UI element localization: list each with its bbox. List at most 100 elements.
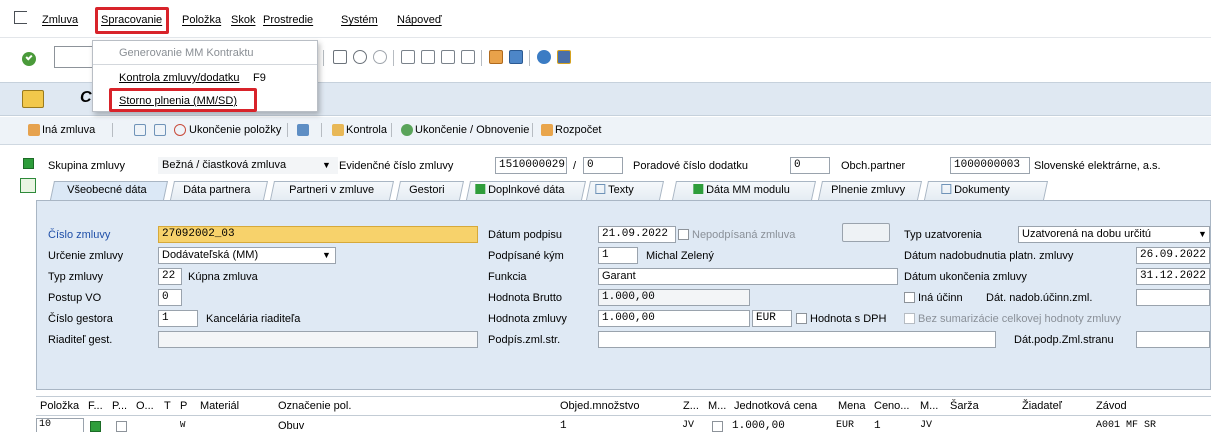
- row-unit[interactable]: JV: [682, 420, 694, 431]
- chevron-down-icon[interactable]: ▼: [322, 160, 331, 170]
- shortcut-icon[interactable]: [509, 50, 523, 64]
- reg-sub-field[interactable]: 0: [583, 157, 623, 174]
- vo-field[interactable]: 0: [158, 289, 182, 306]
- tab-data-partnera[interactable]: Dáta partnera: [169, 181, 269, 200]
- print-icon[interactable]: [333, 50, 347, 64]
- director-field[interactable]: [158, 331, 478, 348]
- col-header[interactable]: Označenie pol.: [278, 400, 351, 412]
- partner-field[interactable]: 1000000003: [950, 157, 1030, 174]
- check-button[interactable]: Kontrola: [346, 124, 387, 136]
- tab-texty[interactable]: Texty: [585, 181, 665, 200]
- unsigned-checkbox[interactable]: [678, 229, 689, 240]
- tab-dokumenty[interactable]: Dokumenty: [923, 181, 1049, 200]
- effect-date-field[interactable]: [1136, 289, 1210, 306]
- budget-button[interactable]: Rozpočet: [555, 124, 601, 136]
- vat-checkbox[interactable]: [796, 313, 807, 324]
- tab-plnenie[interactable]: Plnenie zmluvy: [817, 181, 923, 200]
- col-header[interactable]: Závod: [1096, 400, 1127, 412]
- tab-partneri[interactable]: Partneri v zmluve: [269, 181, 395, 200]
- closing-type-button-icon[interactable]: [842, 223, 890, 242]
- row-m-checkbox[interactable]: [712, 421, 723, 432]
- menu-polozka[interactable]: Položka: [182, 14, 221, 26]
- row-price[interactable]: 1.000,00: [732, 420, 785, 432]
- amend-field[interactable]: 0: [790, 157, 830, 174]
- director-label: Riaditeľ gest.: [48, 334, 113, 346]
- next-page-icon[interactable]: [441, 50, 455, 64]
- row-unit2[interactable]: JV: [920, 420, 932, 431]
- organization-icon[interactable]: [297, 124, 309, 136]
- command-field[interactable]: [54, 46, 94, 68]
- tab-data-mm[interactable]: Dáta MM modulu: [671, 181, 817, 200]
- counter-date-field[interactable]: [1136, 331, 1210, 348]
- purpose-select[interactable]: Dodávateľská (MM): [158, 247, 336, 264]
- menu-system[interactable]: Systém: [341, 14, 378, 26]
- value-field[interactable]: 1.000,00: [598, 310, 750, 327]
- chevron-down-icon[interactable]: ▼: [1198, 229, 1207, 239]
- row-price-unit[interactable]: 1: [874, 420, 881, 432]
- chevron-down-icon[interactable]: ▼: [322, 250, 331, 260]
- menu-prostredie[interactable]: Prostredie: [263, 14, 313, 26]
- group-select[interactable]: Bežná / čiastková zmluva: [158, 157, 338, 174]
- col-header[interactable]: M...: [708, 400, 726, 412]
- col-header[interactable]: Z...: [683, 400, 699, 412]
- currency-field[interactable]: EUR: [752, 310, 792, 327]
- col-header[interactable]: F...: [88, 400, 103, 412]
- first-page-icon[interactable]: [401, 50, 415, 64]
- col-header[interactable]: Šarža: [950, 400, 979, 412]
- col-header[interactable]: Objed.množstvo: [560, 400, 639, 412]
- col-header[interactable]: Položka: [40, 400, 79, 412]
- col-header[interactable]: P: [180, 400, 187, 412]
- layout-menu-icon[interactable]: [557, 50, 571, 64]
- col-header[interactable]: T: [164, 400, 171, 412]
- item-detail-icon[interactable]: [134, 124, 146, 136]
- find-icon[interactable]: [353, 50, 367, 64]
- col-header[interactable]: Materiál: [200, 400, 239, 412]
- menu-button-icon[interactable]: [22, 90, 44, 108]
- contract-no-field[interactable]: 27092002_03: [158, 226, 478, 243]
- closing-type-select[interactable]: Uzatvorená na dobu určitú: [1018, 226, 1210, 243]
- help-icon[interactable]: [537, 50, 551, 64]
- col-header[interactable]: Ceno...: [874, 400, 909, 412]
- end-item-button[interactable]: Ukončenie položky: [189, 124, 281, 136]
- reg-number-field[interactable]: 1510000029: [495, 157, 567, 174]
- function-field[interactable]: Garant: [598, 268, 898, 285]
- effective-date-field[interactable]: 26.09.2022: [1136, 247, 1210, 264]
- last-page-icon[interactable]: [461, 50, 475, 64]
- end-date-field[interactable]: 31.12.2022: [1136, 268, 1210, 285]
- gestor-code-field[interactable]: 1: [158, 310, 198, 327]
- create-session-icon[interactable]: [489, 50, 503, 64]
- other-effect-checkbox[interactable]: [904, 292, 915, 303]
- gross-field[interactable]: 1.000,00: [598, 289, 750, 306]
- col-header[interactable]: O...: [136, 400, 154, 412]
- dropdown-item-kontrola[interactable]: Kontrola zmluvy/dodatku F9: [93, 68, 317, 88]
- exit-icon[interactable]: [14, 11, 27, 24]
- signed-by-code-field[interactable]: 1: [598, 247, 638, 264]
- row-qty[interactable]: 1: [560, 420, 567, 432]
- col-header[interactable]: Jednotková cena: [734, 400, 817, 412]
- col-header[interactable]: P...: [112, 400, 127, 412]
- col-header[interactable]: Žiadateľ: [1022, 400, 1062, 412]
- find-next-icon[interactable]: [373, 50, 387, 64]
- tab-gestori[interactable]: Gestori: [395, 181, 465, 200]
- expand-icon[interactable]: [20, 178, 36, 193]
- menu-napoved[interactable]: Nápoveď: [397, 14, 442, 26]
- menu-skok[interactable]: Skok: [231, 14, 255, 26]
- row-currency[interactable]: EUR: [836, 420, 854, 431]
- other-contract-button[interactable]: Iná zmluva: [42, 124, 95, 136]
- no-sum-checkbox[interactable]: [904, 313, 915, 324]
- col-header[interactable]: M...: [920, 400, 938, 412]
- sign-date-field[interactable]: 21.09.2022: [598, 226, 676, 243]
- row-checkbox[interactable]: [116, 421, 127, 432]
- col-header[interactable]: Mena: [838, 400, 866, 412]
- row-plant[interactable]: A001 MF SR: [1096, 420, 1156, 431]
- type-code-field[interactable]: 22: [158, 268, 182, 285]
- counter-sign-field[interactable]: [598, 331, 996, 348]
- row-description[interactable]: Obuv: [278, 420, 304, 432]
- item-list-icon[interactable]: [154, 124, 166, 136]
- row-item-field[interactable]: 10: [36, 418, 84, 432]
- menu-zmluva[interactable]: Zmluva: [42, 14, 78, 26]
- end-renewal-button[interactable]: Ukončenie / Obnovenie: [415, 124, 529, 136]
- previous-page-icon[interactable]: [421, 50, 435, 64]
- tab-vseobecne-data[interactable]: Všeobecné dáta: [49, 181, 169, 200]
- tab-doplnkove-data[interactable]: Doplnkové dáta: [465, 181, 587, 200]
